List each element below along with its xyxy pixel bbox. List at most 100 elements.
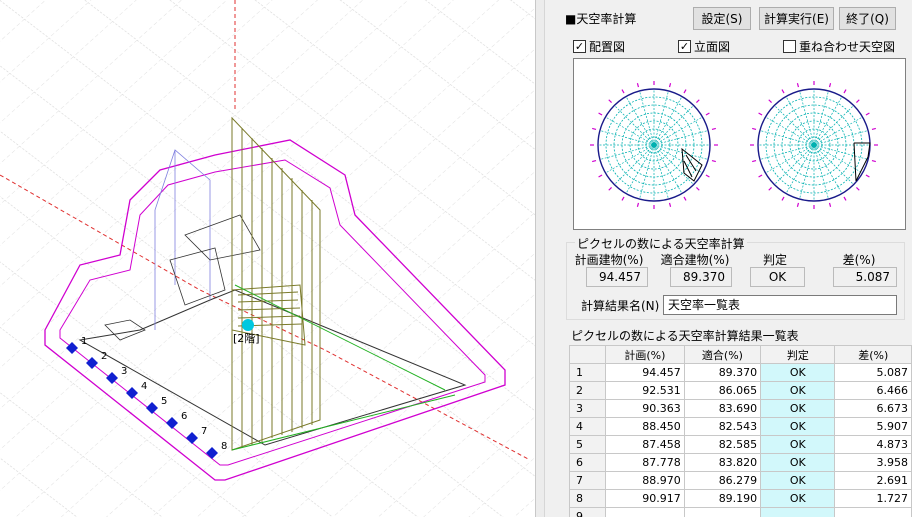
value-cell[interactable]: 92.531 xyxy=(605,381,685,400)
row-number[interactable]: 3 xyxy=(568,399,607,418)
layout-checkbox-label: 配置図 xyxy=(589,40,626,54)
judge-header: 判定 xyxy=(762,253,787,267)
floor-tag: [2階] xyxy=(233,331,260,345)
judge-cell[interactable]: OK xyxy=(760,471,836,490)
exit-button[interactable]: 終了(Q) xyxy=(839,7,896,30)
value-cell[interactable]: 6.673 xyxy=(834,399,912,418)
measure-point-label: 1 xyxy=(81,336,87,347)
measure-point-label: 6 xyxy=(181,411,187,422)
column-header[interactable]: 計画(%) xyxy=(605,345,685,364)
cad-3d-viewport[interactable]: [2階] 1 2 3 4 5 6 7 8 xyxy=(0,0,535,517)
result-name-label: 計算結果名(N) xyxy=(581,299,660,313)
panel-title: ■天空率計算 xyxy=(565,12,637,26)
table-row[interactable]: 9 xyxy=(568,507,912,517)
table-row[interactable]: 7 88.970 86.279 OK 2.691 xyxy=(568,471,912,490)
table-row[interactable]: 3 90.363 83.690 OK 6.673 xyxy=(568,399,912,418)
panel-splitter[interactable] xyxy=(535,0,545,517)
viewport-canvas[interactable]: [2階] 1 2 3 4 5 6 7 8 xyxy=(0,0,535,517)
plan-value: 94.457 xyxy=(586,267,648,287)
value-cell[interactable]: 89.190 xyxy=(683,489,762,508)
table-row[interactable]: 8 90.917 89.190 OK 1.727 xyxy=(568,489,912,508)
fit-header: 適合建物(%) xyxy=(660,253,730,267)
value-cell[interactable]: 82.585 xyxy=(683,435,762,454)
column-header[interactable]: 適合(%) xyxy=(683,345,762,364)
overlay-check-icon xyxy=(783,40,796,53)
diff-value: 5.087 xyxy=(833,267,897,287)
pixel-calc-group-title: ピクセルの数による天空率計算 xyxy=(575,235,747,252)
column-header[interactable]: 差(%) xyxy=(834,345,912,364)
layout-checkbox[interactable]: ✓ 配置図 xyxy=(573,38,625,55)
floor-marker-icon[interactable] xyxy=(242,319,254,331)
measure-point-label: 2 xyxy=(101,351,107,362)
value-cell[interactable]: 88.450 xyxy=(605,417,685,436)
judge-cell[interactable]: OK xyxy=(760,453,836,472)
value-cell[interactable]: 6.466 xyxy=(834,381,912,400)
sky-dome-fit xyxy=(750,81,878,209)
table-row[interactable]: 2 92.531 86.065 OK 6.466 xyxy=(568,381,912,400)
overlay-checkbox-label: 重ね合わせ天空図 xyxy=(799,40,896,54)
judge-cell[interactable]: OK xyxy=(760,381,836,400)
row-number[interactable]: 8 xyxy=(568,489,607,508)
value-cell[interactable] xyxy=(605,507,685,517)
sky-factor-panel: ■天空率計算 設定(S) 計算実行(E) 終了(Q) ✓ 配置図 ✓ 立面図 重… xyxy=(545,0,912,517)
row-number[interactable]: 7 xyxy=(568,471,607,490)
diff-header: 差(%) xyxy=(842,253,876,267)
value-cell[interactable] xyxy=(683,507,762,517)
value-cell[interactable]: 5.087 xyxy=(834,363,912,382)
layout-check-icon: ✓ xyxy=(573,40,586,53)
overlay-checkbox[interactable]: 重ね合わせ天空図 xyxy=(783,38,895,55)
table-corner[interactable] xyxy=(568,345,607,364)
value-cell[interactable]: 88.970 xyxy=(605,471,685,490)
sky-dome-plan xyxy=(590,81,718,209)
row-number[interactable]: 4 xyxy=(568,417,607,436)
judge-cell[interactable] xyxy=(760,507,836,517)
elevation-checkbox-label: 立面図 xyxy=(694,40,731,54)
row-number[interactable]: 5 xyxy=(568,435,607,454)
value-cell[interactable]: 2.691 xyxy=(834,471,912,490)
measure-point-label: 7 xyxy=(201,426,207,437)
judge-cell[interactable]: OK xyxy=(760,363,836,382)
result-name-input[interactable]: 天空率一覧表 xyxy=(663,295,897,315)
value-cell[interactable]: 1.727 xyxy=(834,489,912,508)
value-cell[interactable]: 86.279 xyxy=(683,471,762,490)
value-cell[interactable]: 90.917 xyxy=(605,489,685,508)
judge-cell[interactable]: OK xyxy=(760,489,836,508)
table-row[interactable]: 1 94.457 89.370 OK 5.087 xyxy=(568,363,912,382)
row-number[interactable]: 2 xyxy=(568,381,607,400)
value-cell[interactable]: 89.370 xyxy=(683,363,762,382)
result-list-title: ピクセルの数による天空率計算結果一覧表 xyxy=(571,329,799,343)
row-number[interactable]: 9 xyxy=(568,507,607,517)
value-cell[interactable]: 82.543 xyxy=(683,417,762,436)
measure-point-label: 4 xyxy=(141,381,147,392)
value-cell[interactable]: 90.363 xyxy=(605,399,685,418)
ground-grid xyxy=(0,0,535,517)
value-cell[interactable]: 87.458 xyxy=(605,435,685,454)
fit-value: 89.370 xyxy=(670,267,732,287)
measure-point-label: 8 xyxy=(221,441,227,452)
table-row[interactable]: 5 87.458 82.585 OK 4.873 xyxy=(568,435,912,454)
judge-cell[interactable]: OK xyxy=(760,399,836,418)
value-cell[interactable]: 4.873 xyxy=(834,435,912,454)
row-number[interactable]: 1 xyxy=(568,363,607,382)
row-number[interactable]: 6 xyxy=(568,453,607,472)
sky-dome-canvas xyxy=(590,81,878,209)
table-row[interactable]: 6 87.778 83.820 OK 3.958 xyxy=(568,453,912,472)
value-cell[interactable]: 86.065 xyxy=(683,381,762,400)
sky-dome-preview xyxy=(573,58,906,230)
elevation-checkbox[interactable]: ✓ 立面図 xyxy=(678,38,730,55)
value-cell[interactable]: 83.820 xyxy=(683,453,762,472)
execute-calculation-button[interactable]: 計算実行(E) xyxy=(759,7,834,30)
judge-cell[interactable]: OK xyxy=(760,435,836,454)
value-cell[interactable]: 83.690 xyxy=(683,399,762,418)
table-row[interactable]: 4 88.450 82.543 OK 5.907 xyxy=(568,417,912,436)
column-header[interactable]: 判定 xyxy=(760,345,836,364)
result-table[interactable]: 計画(%) 適合(%) 判定 差(%) 1 94.457 89.370 OK 5.087 2 92… xyxy=(568,345,912,517)
measure-point-label: 5 xyxy=(161,396,167,407)
value-cell[interactable]: 94.457 xyxy=(605,363,685,382)
settings-button[interactable]: 設定(S) xyxy=(693,7,751,30)
value-cell[interactable]: 87.778 xyxy=(605,453,685,472)
value-cell[interactable]: 5.907 xyxy=(834,417,912,436)
value-cell[interactable]: 3.958 xyxy=(834,453,912,472)
value-cell[interactable] xyxy=(834,507,912,517)
judge-cell[interactable]: OK xyxy=(760,417,836,436)
